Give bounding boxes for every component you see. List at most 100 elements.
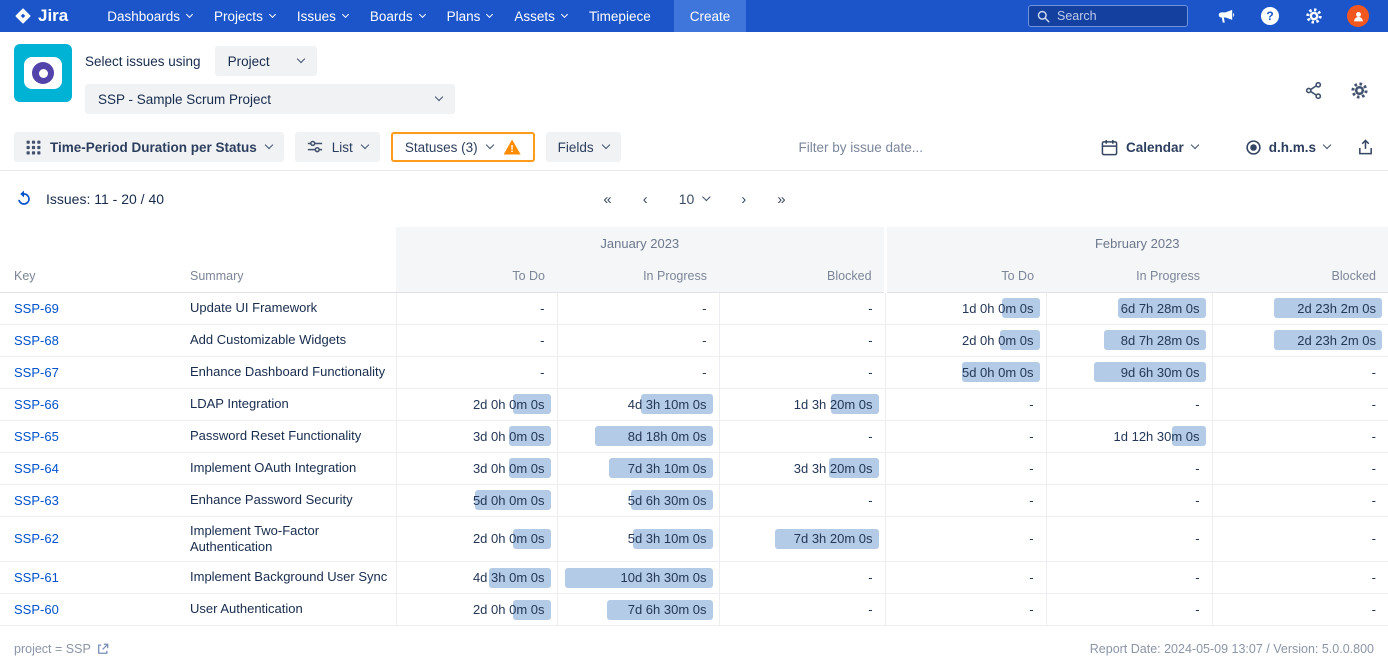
statuses-dropdown[interactable]: Statuses (3) ! (391, 132, 535, 162)
issue-key-link[interactable]: SSP-60 (14, 602, 59, 617)
search-input[interactable] (1057, 9, 1179, 23)
user-menu-button[interactable] (1338, 0, 1378, 32)
nav-item-plans[interactable]: Plans (447, 9, 493, 24)
last-page-icon[interactable]: » (777, 191, 784, 208)
month-group-february: February 2023 (885, 227, 1388, 260)
project-dropdown[interactable]: SSP - Sample Scrum Project (85, 84, 455, 114)
duration-value: - (1195, 570, 1199, 585)
duration-value: 7d 6h 30m 0s (628, 602, 707, 617)
duration-cell: - (1046, 452, 1212, 484)
fields-dropdown[interactable]: Fields (546, 132, 621, 162)
column-header-todo-feb: To Do (885, 260, 1046, 292)
issue-key-link[interactable]: SSP-64 (14, 461, 59, 476)
duration-value: - (1029, 602, 1033, 617)
duration-value: - (702, 301, 706, 316)
issue-key-link[interactable]: SSP-67 (14, 365, 59, 380)
column-header-inprogress-feb: In Progress (1046, 260, 1212, 292)
help-button[interactable]: ? (1250, 0, 1290, 32)
warning-icon: ! (504, 140, 521, 155)
issue-key-cell: SSP-62 (0, 516, 188, 562)
table-row: SSP-62Implement Two-Factor Authenticatio… (0, 516, 1388, 562)
duration-value: - (868, 301, 872, 316)
duration-value: - (1029, 397, 1033, 412)
jira-brand[interactable]: Jira (14, 6, 68, 26)
table-row: SSP-63Enhance Password Security5d 0h 0m … (0, 484, 1388, 516)
issue-key-link[interactable]: SSP-65 (14, 429, 59, 444)
duration-cell: - (885, 452, 1046, 484)
duration-cell: 8d 7h 28m 0s (1046, 324, 1212, 356)
issue-key-cell: SSP-69 (0, 292, 188, 324)
share-button[interactable] (1304, 81, 1323, 100)
chevron-down-icon (269, 10, 276, 17)
issue-key-link[interactable]: SSP-61 (14, 570, 59, 585)
issue-key-link[interactable]: SSP-68 (14, 333, 59, 348)
issue-summary: Update UI Framework (188, 292, 396, 324)
nav-item-assets[interactable]: Assets (514, 9, 567, 24)
duration-value: 1d 0h 0m 0s (962, 301, 1034, 316)
duration-cell: - (1212, 356, 1388, 388)
duration-cell: - (719, 324, 885, 356)
duration-value: - (1029, 461, 1033, 476)
nav-item-dashboards[interactable]: Dashboards (107, 9, 192, 24)
issue-date-filter-input[interactable] (632, 140, 1090, 155)
issue-key-link[interactable]: SSP-63 (14, 493, 59, 508)
gear-icon (1349, 80, 1370, 101)
external-link-icon[interactable] (97, 643, 109, 655)
duration-cell: 1d 12h 30m 0s (1046, 420, 1212, 452)
duration-cell: - (885, 594, 1046, 626)
report-toolbar: Time-Period Duration per Status List Sta… (0, 124, 1388, 171)
report-type-dropdown[interactable]: Time-Period Duration per Status (14, 132, 284, 162)
duration-value: - (868, 570, 872, 585)
duration-cell: 7d 3h 10m 0s (557, 452, 719, 484)
list-controls: Issues: 11 - 20 / 40 « ‹ 10 › » (0, 171, 1388, 227)
view-dropdown[interactable]: List (295, 132, 380, 162)
duration-value: 3d 0h 0m 0s (473, 429, 545, 444)
page-size-dropdown[interactable]: 10 (679, 191, 710, 207)
issue-key-cell: SSP-64 (0, 452, 188, 484)
column-group-spacer (0, 227, 396, 260)
calendar-dropdown[interactable]: Calendar (1101, 139, 1198, 156)
column-header-key: Key (0, 260, 188, 292)
report-footer: project = SSP Report Date: 2024-05-09 13… (0, 626, 1388, 656)
duration-cell: - (719, 594, 885, 626)
duration-value: - (1195, 531, 1199, 546)
duration-value: - (1029, 429, 1033, 444)
export-button[interactable] (1357, 139, 1374, 156)
chevron-down-icon (561, 10, 568, 17)
issue-key-link[interactable]: SSP-62 (14, 531, 59, 546)
duration-cell: 2d 23h 2m 0s (1212, 324, 1388, 356)
issue-key-cell: SSP-65 (0, 420, 188, 452)
duration-value: - (1372, 570, 1376, 585)
duration-value: - (868, 365, 872, 380)
refresh-button[interactable] (14, 189, 34, 209)
issue-summary: Implement Background User Sync (188, 562, 396, 594)
issue-source-dropdown[interactable]: Project (215, 46, 317, 76)
duration-cell: 9d 6h 30m 0s (1046, 356, 1212, 388)
settings-button[interactable] (1294, 0, 1334, 32)
sliders-icon (307, 139, 323, 155)
chevron-down-icon (296, 55, 304, 63)
nav-item-timepiece[interactable]: Timepiece (589, 9, 651, 24)
duration-cell: 5d 0h 0m 0s (396, 484, 557, 516)
prev-page-icon[interactable]: ‹ (643, 191, 647, 208)
nav-item-projects[interactable]: Projects (214, 9, 275, 24)
report-settings-button[interactable] (1349, 80, 1370, 101)
jira-logo-icon (14, 7, 32, 25)
create-button[interactable]: Create (674, 0, 747, 32)
nav-item-boards[interactable]: Boards (370, 9, 425, 24)
duration-value: 2d 23h 2m 0s (1297, 333, 1376, 348)
announcements-button[interactable] (1206, 0, 1246, 32)
issue-summary: Enhance Dashboard Functionality (188, 356, 396, 388)
first-page-icon[interactable]: « (603, 191, 610, 208)
duration-format-dropdown[interactable]: d.h.m.s (1246, 140, 1330, 155)
issue-key-link[interactable]: SSP-66 (14, 397, 59, 412)
issue-key-link[interactable]: SSP-69 (14, 301, 59, 316)
nav-item-issues[interactable]: Issues (297, 9, 348, 24)
duration-cell: 2d 0h 0m 0s (396, 388, 557, 420)
duration-cell: 5d 0h 0m 0s (885, 356, 1046, 388)
duration-cell: - (719, 292, 885, 324)
global-search[interactable] (1028, 5, 1188, 27)
next-page-icon[interactable]: › (741, 191, 745, 208)
duration-cell: - (1212, 388, 1388, 420)
duration-value: - (702, 333, 706, 348)
